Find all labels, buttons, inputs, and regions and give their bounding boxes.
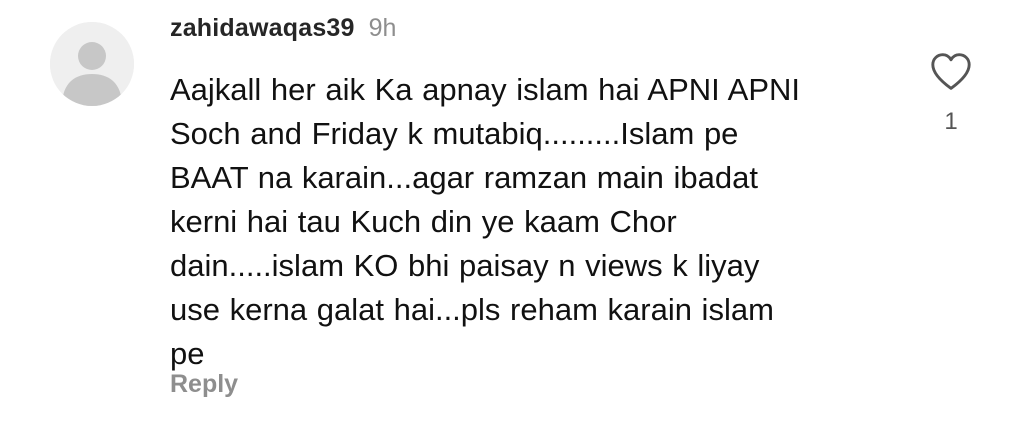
reply-button[interactable]: Reply — [170, 370, 238, 399]
comment: zahidawaqas39 9h Aajkall her aik Ka apna… — [0, 0, 1024, 434]
username[interactable]: zahidawaqas39 — [170, 14, 355, 43]
comment-text: Aajkall her aik Ka apnay islam hai APNI … — [170, 72, 801, 371]
comment-body: zahidawaqas39 9h Aajkall her aik Ka apna… — [170, 14, 890, 376]
heart-outline-icon[interactable] — [929, 52, 973, 92]
comment-meta: zahidawaqas39 9h — [170, 14, 890, 54]
timestamp: 9h — [368, 14, 397, 42]
avatar[interactable] — [50, 22, 134, 106]
like-count: 1 — [944, 108, 958, 135]
default-avatar-icon — [50, 22, 134, 106]
like-section: 1 — [926, 52, 976, 136]
